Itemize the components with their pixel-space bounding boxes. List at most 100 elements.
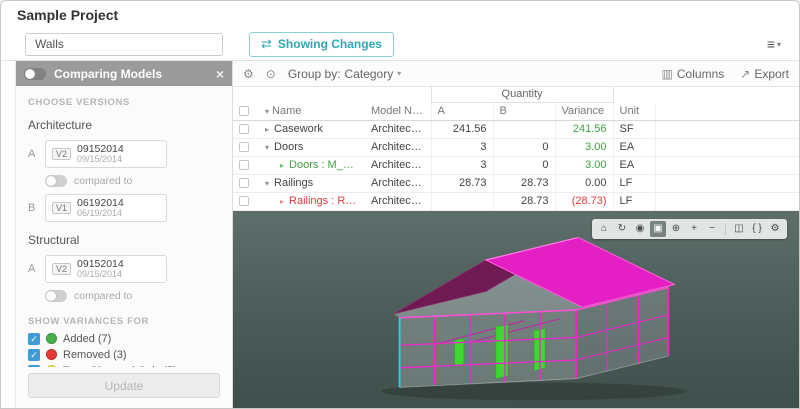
model-view-icon[interactable]: ▣ — [650, 221, 666, 237]
toolbar-divider — [725, 223, 726, 235]
choose-versions-label: CHOOSE VERSIONS — [28, 97, 130, 108]
export-icon: ↗ — [740, 66, 751, 81]
added-checkbox[interactable]: ✓ — [28, 332, 40, 345]
added-dot-icon — [46, 333, 57, 345]
table-row-doors[interactable]: ▾ Doors Architecture 3 0 3.00 EA — [233, 138, 799, 157]
column-header-b[interactable]: B — [492, 102, 556, 121]
showing-changes-label: Showing Changes — [277, 37, 382, 51]
version-badge: V2 — [52, 147, 72, 160]
refresh-icon[interactable]: ⊙ — [266, 67, 276, 81]
version-row-arch-a: A V2 09152014 09/15/2014 — [28, 140, 220, 168]
row-unit: LF — [612, 192, 656, 211]
look-at-icon[interactable]: ◉ — [632, 221, 648, 237]
chevron-down-icon: ▾ — [776, 39, 781, 49]
export-button[interactable]: ↗ Export — [740, 67, 789, 81]
version-select-struct-a[interactable]: V2 09152014 09/15/2014 — [45, 254, 167, 283]
view-options-button[interactable]: ≡ ▾ — [767, 36, 781, 52]
select-all-checkbox[interactable] — [239, 105, 249, 116]
update-button[interactable]: Update — [28, 373, 220, 398]
settings-icon[interactable]: ⚙ — [767, 221, 783, 237]
columns-button[interactable]: ▥ Columns — [662, 67, 725, 81]
section-icon[interactable]: ◫ — [731, 221, 747, 237]
compared-to-label: compared to — [74, 289, 133, 302]
row-model: Architecture — [365, 174, 432, 193]
controls-bar: ⇄ Showing Changes ≡ ▾ — [1, 28, 799, 61]
row-b: 28.73 — [492, 174, 556, 193]
compared-to-row-struct: compared to — [45, 289, 220, 302]
collapse-icon[interactable]: ▾ — [265, 143, 269, 152]
version-select-arch-a[interactable]: V2 09152014 09/15/2014 — [45, 140, 167, 168]
orbit-icon[interactable]: ↻ — [614, 221, 630, 237]
column-header-unit[interactable]: Unit — [612, 102, 656, 121]
version-date: 09/15/2014 — [77, 154, 123, 165]
pan-icon[interactable]: ⊕ — [668, 221, 684, 237]
quantity-group-row: Quantity — [233, 87, 799, 103]
column-header-name[interactable]: ▾ Name — [259, 102, 365, 121]
row-checkbox[interactable] — [239, 196, 249, 207]
search-input[interactable] — [25, 32, 223, 56]
properties-icon[interactable]: { } — [749, 221, 765, 237]
sort-icon: ▾ — [265, 106, 270, 116]
table-row-casework[interactable]: ▸ Casework Architecture 241.56 241.56 SF — [233, 120, 799, 139]
row-variance: 0.00 — [554, 174, 614, 193]
row-a — [430, 192, 494, 211]
removed-checkbox[interactable]: ✓ — [28, 348, 40, 361]
row-a: 241.56 — [430, 120, 494, 139]
column-header-a[interactable]: A — [430, 102, 494, 121]
app-window: Sample Project ⇄ Showing Changes ≡ ▾ Com… — [0, 0, 800, 409]
showing-changes-button[interactable]: ⇄ Showing Changes — [249, 31, 394, 57]
content-area: Comparing Models × CHOOSE VERSIONS Archi… — [1, 61, 799, 408]
row-name: Railings — [274, 177, 314, 189]
expand-icon[interactable]: ▸ — [265, 125, 269, 134]
column-header-model[interactable]: Model Name — [365, 102, 432, 121]
discipline-architecture: Architecture — [28, 118, 93, 132]
row-checkbox[interactable] — [239, 178, 249, 189]
zoom-out-icon[interactable]: − — [704, 221, 720, 237]
show-variances-label: SHOW VARIANCES FOR — [28, 315, 149, 327]
version-badge: V1 — [52, 201, 72, 214]
group-by-dropdown[interactable]: Group by: Category ▾ — [288, 67, 401, 81]
list-icon: ≡ — [766, 36, 775, 52]
table-row-doors-child[interactable]: ▸ Doors : M_Toilet Partiti... Architectur… — [233, 156, 799, 175]
building-model — [381, 236, 687, 401]
row-checkbox[interactable] — [239, 160, 249, 171]
version-badge: V2 — [52, 262, 72, 275]
columns-icon: ▥ — [661, 66, 673, 81]
row-checkbox[interactable] — [239, 142, 249, 153]
columns-label: Columns — [676, 66, 725, 81]
row-model: Architecture — [365, 192, 432, 211]
column-header-variance[interactable]: Variance — [554, 102, 614, 121]
filter-label: Removed (3) — [63, 348, 127, 361]
compare-toggle-struct[interactable] — [45, 289, 67, 302]
comparing-models-panel: Comparing Models × CHOOSE VERSIONS Archi… — [15, 61, 233, 408]
compare-toggle-arch[interactable] — [45, 174, 67, 187]
gear-icon[interactable]: ⚙ — [243, 67, 254, 81]
version-letter: A — [28, 262, 36, 275]
filter-removed: ✓ Removed (3) — [28, 348, 220, 361]
row-unit: EA — [612, 138, 656, 157]
version-row-arch-b: B V1 06192014 06/19/2014 — [28, 193, 220, 222]
comparing-models-header: Comparing Models × — [16, 61, 232, 86]
row-unit: SF — [612, 120, 656, 139]
version-select-arch-b[interactable]: V1 06192014 06/19/2014 — [45, 193, 167, 222]
model-viewer[interactable]: ⌂ ↻ ◉ ▣ ⊕ + − ◫ { } ⚙ — [233, 211, 799, 408]
expand-icon[interactable]: ▸ — [265, 197, 284, 206]
collapse-icon[interactable]: ▾ — [265, 179, 269, 188]
row-checkbox[interactable] — [239, 124, 249, 135]
table-row-railings-child[interactable]: ▸ Railings : Railing : 900... Architectur… — [233, 192, 799, 211]
home-icon[interactable]: ⌂ — [596, 221, 612, 237]
page-title: Sample Project — [17, 6, 119, 23]
row-name: Doors : M_Toilet Partiti... — [289, 159, 365, 171]
row-model: Architecture — [365, 156, 432, 175]
close-icon[interactable]: × — [216, 67, 224, 81]
row-variance: (28.73) — [554, 192, 614, 211]
zoom-in-icon[interactable]: + — [686, 221, 702, 237]
table-row-railings[interactable]: ▾ Railings Architecture 28.73 28.73 0.00 … — [233, 174, 799, 193]
row-b: 28.73 — [492, 192, 556, 211]
expand-icon[interactable]: ▸ — [265, 161, 284, 170]
quantity-group-header: Quantity — [430, 87, 614, 103]
discipline-structural: Structural — [28, 232, 80, 247]
variance-table: Quantity ▾ Name Model Name A B Variance U… — [233, 87, 799, 211]
row-a: 3 — [430, 138, 494, 157]
panel-toggle[interactable] — [24, 67, 46, 80]
